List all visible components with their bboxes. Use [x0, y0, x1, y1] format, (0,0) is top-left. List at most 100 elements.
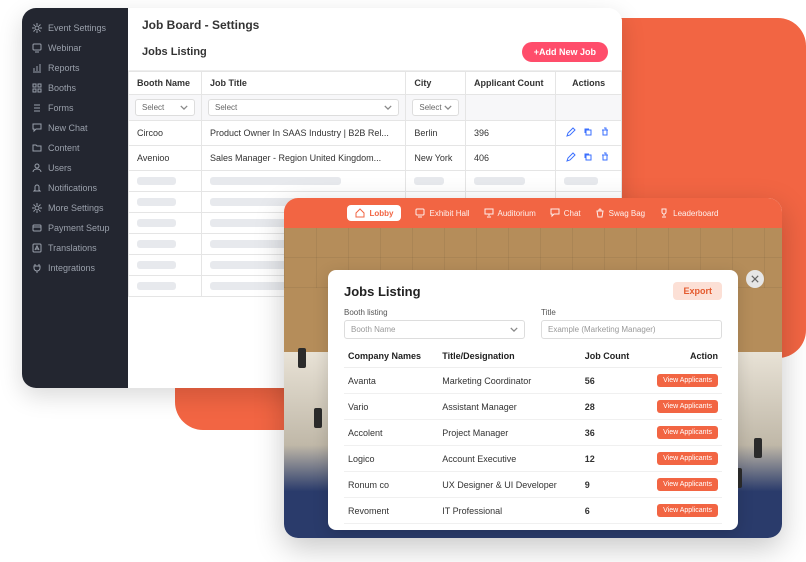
- nav-label: Auditorium: [498, 209, 536, 218]
- col-header: Action: [642, 345, 722, 368]
- section-title: Jobs Listing: [142, 46, 207, 58]
- sidebar-item-payment-setup[interactable]: Payment Setup: [22, 218, 128, 238]
- view-applicants-button[interactable]: View Applicants: [657, 452, 718, 465]
- sidebar-item-event-settings[interactable]: Event Settings: [22, 18, 128, 38]
- sidebar-item-forms[interactable]: Forms: [22, 98, 128, 118]
- title-filter-input[interactable]: Example (Marketing Manager): [541, 320, 722, 339]
- copy-button[interactable]: [583, 127, 595, 139]
- card-icon: [32, 223, 42, 233]
- edit-button[interactable]: [566, 152, 578, 164]
- plug-icon: [32, 263, 42, 273]
- nav-leaderboard[interactable]: Leaderboard: [659, 208, 718, 218]
- nav-chat[interactable]: Chat: [550, 208, 581, 218]
- sidebar-item-label: New Chat: [48, 123, 88, 133]
- figure: [754, 438, 762, 458]
- cell-title: Marketing Coordinator: [438, 368, 581, 394]
- view-applicants-button[interactable]: View Applicants: [657, 426, 718, 439]
- table-row: AvantaMarketing Coordinator56View Applic…: [344, 368, 722, 394]
- sidebar-item-new-chat[interactable]: New Chat: [22, 118, 128, 138]
- booth-filter-label: Booth listing: [344, 308, 525, 317]
- sidebar: Event Settings Webinar Reports Booths Forms N…: [22, 8, 128, 388]
- cell-city: Berlin: [406, 121, 466, 146]
- col-header: Applicant Count: [466, 72, 556, 95]
- page-title: Job Board - Settings: [128, 8, 622, 42]
- table-row: VarioAssistant Manager28View Applicants: [344, 394, 722, 420]
- table-row: LogicoAccount Executive12View Applicants: [344, 446, 722, 472]
- view-applicants-button[interactable]: View Applicants: [657, 400, 718, 413]
- cell-title: UX Designer & UI Developer: [438, 472, 581, 498]
- edit-button[interactable]: [566, 127, 578, 139]
- sidebar-item-label: More Settings: [48, 203, 104, 213]
- hall-background: Jobs Listing Export Booth listing Booth …: [284, 228, 782, 538]
- bag-icon: [595, 208, 605, 218]
- cell-booth: Avenioo: [129, 146, 202, 171]
- screen-icon: [415, 208, 425, 218]
- booth-placeholder: Booth Name: [351, 325, 395, 334]
- sidebar-item-integrations[interactable]: Integrations: [22, 258, 128, 278]
- trash-button[interactable]: [600, 152, 612, 164]
- cell-company: Ronum co: [344, 472, 438, 498]
- col-header: Job Count: [581, 345, 642, 368]
- view-applicants-button[interactable]: View Applicants: [657, 478, 718, 491]
- nav-lobby[interactable]: Lobby: [347, 205, 401, 221]
- sidebar-item-label: Booths: [48, 83, 76, 93]
- sidebar-item-webinar[interactable]: Webinar: [22, 38, 128, 58]
- col-header: Title/Designation: [438, 345, 581, 368]
- table-row: AccolentProject Manager36View Applicants: [344, 420, 722, 446]
- cell-count: 396: [466, 121, 556, 146]
- chart-icon: [32, 63, 42, 73]
- sidebar-item-label: Payment Setup: [48, 223, 110, 233]
- nav-swag-bag[interactable]: Swag Bag: [595, 208, 645, 218]
- cell-count: 28: [581, 394, 642, 420]
- filter-select[interactable]: Select: [412, 99, 459, 116]
- copy-button[interactable]: [583, 152, 595, 164]
- cell-count: 406: [466, 146, 556, 171]
- nav-exhibit-hall[interactable]: Exhibit Hall: [415, 208, 469, 218]
- cell-title: Product Owner In SAAS Industry | B2B Rel…: [202, 121, 406, 146]
- skeleton: [137, 261, 176, 269]
- screen-icon: [32, 43, 42, 53]
- col-header: City: [406, 72, 466, 95]
- booth-filter-select[interactable]: Booth Name: [344, 320, 525, 339]
- sidebar-item-reports[interactable]: Reports: [22, 58, 128, 78]
- chevron-down-icon: [444, 105, 452, 110]
- sidebar-item-label: Reports: [48, 63, 80, 73]
- chevron-down-icon: [180, 105, 188, 110]
- cell-title: Sales Manager - Region United Kingdom...: [202, 146, 406, 171]
- skeleton: [474, 177, 525, 185]
- table-row: CircooProduct Owner In SAAS Industry | B…: [129, 121, 622, 146]
- export-button[interactable]: Export: [673, 282, 722, 300]
- close-button[interactable]: [746, 270, 764, 288]
- sidebar-item-more-settings[interactable]: More Settings: [22, 198, 128, 218]
- folder-icon: [32, 143, 42, 153]
- sidebar-item-label: Integrations: [48, 263, 95, 273]
- skeleton: [137, 177, 176, 185]
- sidebar-item-label: Event Settings: [48, 23, 106, 33]
- skeleton: [137, 282, 176, 290]
- table-row: Ronum coUX Designer & UI Developer9View …: [344, 472, 722, 498]
- view-applicants-button[interactable]: View Applicants: [657, 374, 718, 387]
- add-new-job-button[interactable]: +Add New Job: [522, 42, 608, 62]
- sidebar-item-label: Users: [48, 163, 72, 173]
- sidebar-item-translations[interactable]: Translations: [22, 238, 128, 258]
- view-applicants-button[interactable]: View Applicants: [657, 504, 718, 517]
- chat-icon: [32, 123, 42, 133]
- sidebar-item-notifications[interactable]: Notifications: [22, 178, 128, 198]
- sidebar-item-users[interactable]: Users: [22, 158, 128, 178]
- table-row: RevomentIT Professional6View Applicants: [344, 498, 722, 524]
- skeleton-row: [129, 171, 622, 192]
- nav-label: Leaderboard: [673, 209, 718, 218]
- trash-button[interactable]: [600, 127, 612, 139]
- sidebar-item-booths[interactable]: Booths: [22, 78, 128, 98]
- cell-count: 12: [581, 446, 642, 472]
- sidebar-item-content[interactable]: Content: [22, 138, 128, 158]
- grid-icon: [32, 83, 42, 93]
- top-nav: Lobby Exhibit Hall Auditorium Chat Swag Bag L…: [284, 198, 782, 228]
- filter-select[interactable]: Select: [208, 99, 399, 116]
- nav-auditorium[interactable]: Auditorium: [484, 208, 536, 218]
- filter-select[interactable]: Select: [135, 99, 195, 116]
- cell-count: 56: [581, 368, 642, 394]
- col-header: Job Title: [202, 72, 406, 95]
- cell-title: Account Executive: [438, 446, 581, 472]
- skeleton: [564, 177, 598, 185]
